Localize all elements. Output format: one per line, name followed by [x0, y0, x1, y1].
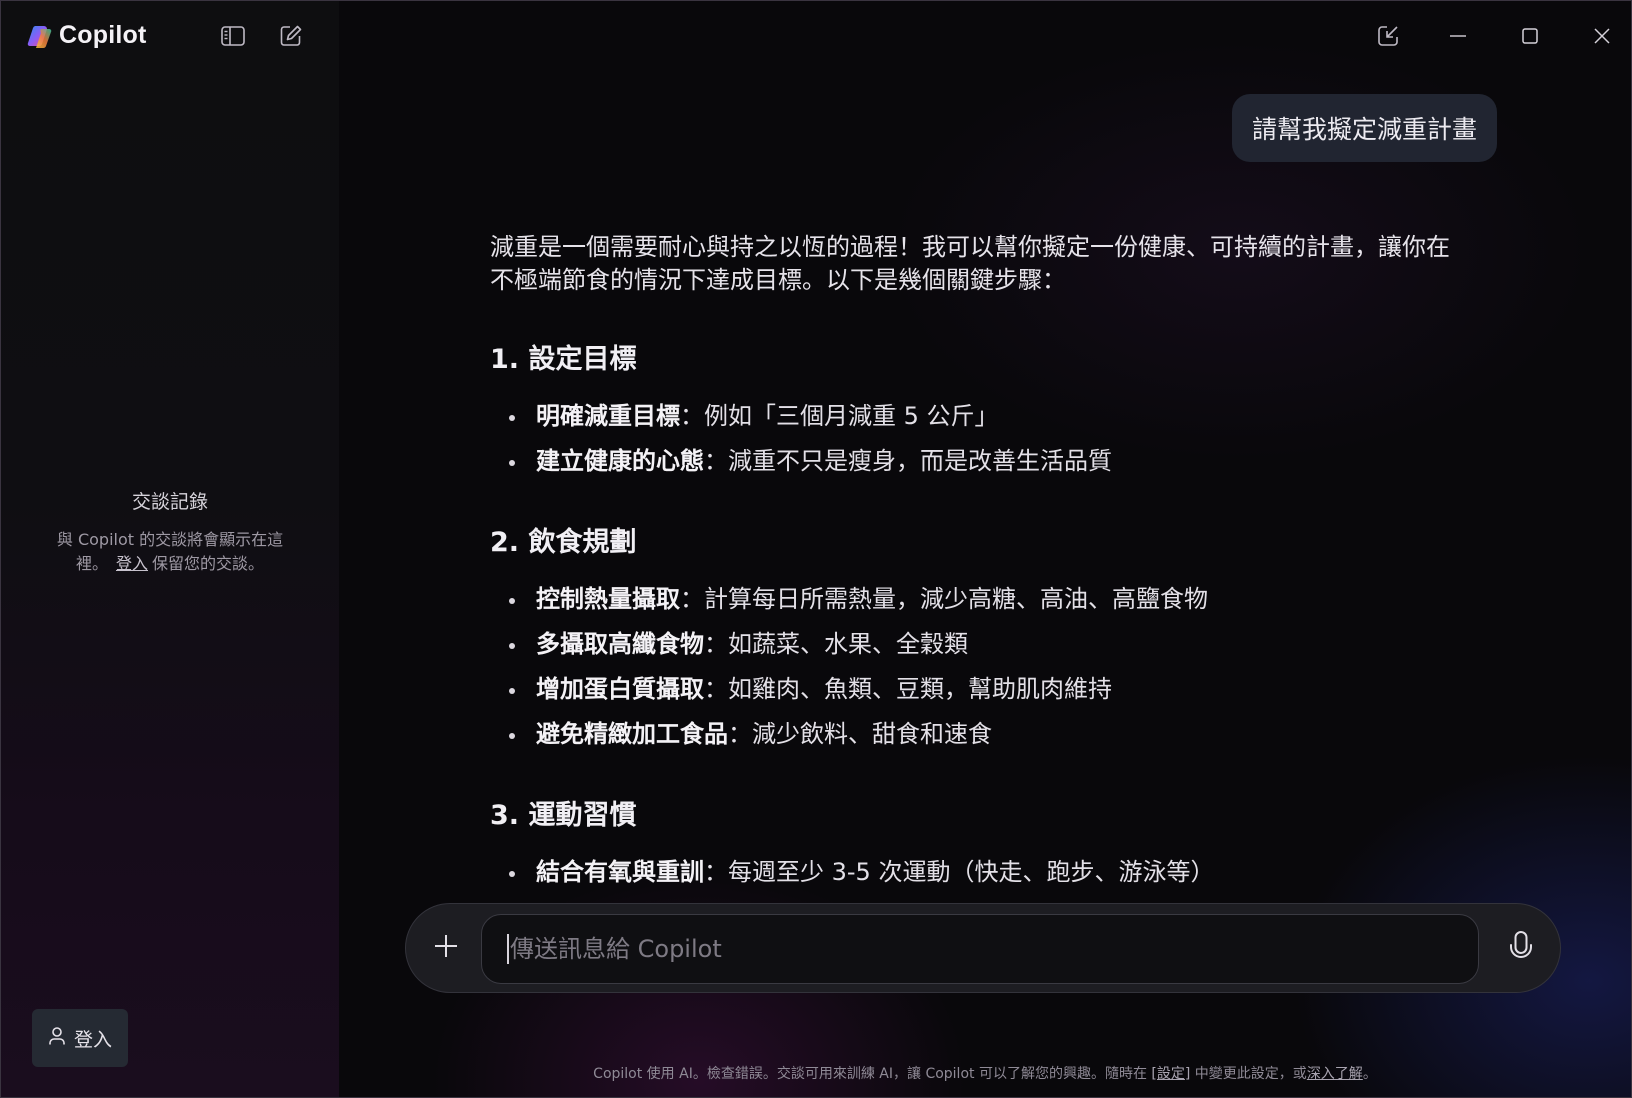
close-icon [1593, 27, 1611, 45]
list-item-label: 結合有氧與重訓 [536, 858, 704, 886]
user-message-bubble: 請幫我擬定減重計畫 [1231, 94, 1497, 162]
app-name: Copilot [59, 21, 147, 49]
footer-text: Copilot 使用 AI。檢查錯誤。交談可用來訓練 AI，讓 Copilot … [593, 1066, 1152, 1082]
history-description: 與 Copilot 的交談將會顯示在這裡。 登入 保留您的交談。 [41, 528, 299, 576]
history-empty-state: 交談記錄 與 Copilot 的交談將會顯示在這裡。 登入 保留您的交談。 [41, 487, 299, 576]
history-desc-text-2: 保留您的交談。 [152, 554, 265, 573]
list-item-label: 建立健康的心態 [536, 447, 704, 475]
list-item: 建立健康的心態：減重不只是瘦身，而是改善生活品質 [490, 445, 1460, 478]
popout-icon [1377, 25, 1399, 47]
popout-button[interactable] [1371, 19, 1405, 53]
list-item: 避免精緻加工食品：減少飲料、甜食和速食 [490, 718, 1460, 751]
list-item-label: 明確減重目標 [536, 402, 680, 430]
copilot-logo-icon [27, 23, 53, 49]
learn-more-link[interactable]: 深入了解 [1307, 1066, 1363, 1082]
message-input[interactable] [481, 914, 1479, 984]
footer-text-3: 。 [1362, 1066, 1377, 1082]
list-item: 控制熱量攝取：計算每日所需熱量，減少高糖、高油、高鹽食物 [490, 583, 1460, 616]
list-item-text: ：減少飲料、甜食和速食 [728, 720, 992, 748]
maximize-icon [1521, 27, 1539, 45]
list-item-label: 避免精緻加工食品 [536, 720, 728, 748]
footer-text-2: 中變更此設定，或 [1190, 1066, 1307, 1082]
section-title: 2. 飲食規劃 [490, 527, 637, 558]
brand: Copilot [27, 21, 146, 50]
sidebar-toggle-icon [221, 25, 245, 47]
add-attachment-button[interactable] [424, 926, 468, 970]
list-item-text: ：例如「三個月減重 5 公斤」 [680, 402, 999, 430]
section-title: 3. 運動習慣 [490, 800, 637, 831]
settings-link[interactable]: [設定] [1151, 1066, 1190, 1082]
minimize-button[interactable] [1441, 19, 1475, 53]
list-item: 增加蛋白質攝取：如雞肉、魚類、豆類，幫助肌肉維持 [490, 673, 1460, 706]
list-item: 明確減重目標：例如「三個月減重 5 公斤」 [490, 400, 1460, 433]
message-composer [405, 903, 1561, 993]
text-caret [507, 934, 509, 964]
sidebar: Copilot 交談記錄 與 Copilot 的交談將會顯示在這裡。 登入 保留… [1, 1, 339, 1097]
response-intro: 減重是一個需要耐心與持之以恆的過程！我可以幫你擬定一份健康、可持續的計畫，讓你在… [490, 233, 1450, 294]
new-chat-icon [279, 24, 303, 48]
sign-in-button[interactable]: 登入 [32, 1009, 128, 1067]
copilot-window: Copilot 交談記錄 與 Copilot 的交談將會顯示在這裡。 登入 保留… [0, 0, 1632, 1098]
list-item-label: 增加蛋白質攝取 [536, 675, 704, 703]
maximize-button[interactable] [1513, 19, 1547, 53]
list-item-text: ：如雞肉、魚類、豆類，幫助肌肉維持 [704, 675, 1112, 703]
list-item: 多攝取高纖食物：如蔬菜、水果、全穀類 [490, 628, 1460, 661]
history-title: 交談記錄 [131, 491, 208, 513]
list-item-label: 控制熱量攝取 [536, 585, 680, 613]
list-item-text: ：如蔬菜、水果、全穀類 [704, 630, 968, 658]
new-chat-button[interactable] [274, 19, 308, 53]
section-title: 1. 設定目標 [490, 344, 637, 375]
sidebar-toggle-button[interactable] [216, 19, 250, 53]
section-list: 結合有氧與重訓：每週至少 3-5 次運動（快走、跑步、游泳等） [490, 856, 1460, 887]
section-list: 控制熱量攝取：計算每日所需熱量，減少高糖、高油、高鹽食物 多攝取高纖食物：如蔬菜… [490, 583, 1460, 751]
disclaimer-footer: Copilot 使用 AI。檢查錯誤。交談可用來訓練 AI，讓 Copilot … [339, 1063, 1631, 1083]
history-login-link[interactable]: 登入 [116, 554, 148, 573]
list-item: 結合有氧與重訓：每週至少 3-5 次運動（快走、跑步、游泳等） [490, 856, 1460, 887]
microphone-icon [1508, 930, 1534, 968]
list-item-text: ：減重不只是瘦身，而是改善生活品質 [704, 447, 1112, 475]
sign-in-label: 登入 [73, 1028, 112, 1051]
chat-area: 請幫我擬定減重計畫 減重是一個需要耐心與持之以恆的過程！我可以幫你擬定一份健康、… [339, 1, 1631, 1097]
list-item-text: ：計算每日所需熱量，減少高糖、高油、高鹽食物 [680, 585, 1208, 613]
minimize-icon [1449, 27, 1467, 45]
close-button[interactable] [1585, 19, 1619, 53]
plus-icon [433, 933, 459, 963]
list-item-text: ：每週至少 3-5 次運動（快走、跑步、游泳等） [704, 858, 1215, 886]
user-icon [48, 1026, 66, 1050]
microphone-button[interactable] [1498, 926, 1544, 972]
assistant-response: 減重是一個需要耐心與持之以恆的過程！我可以幫你擬定一份健康、可持續的計畫，讓你在… [490, 227, 1460, 887]
list-item-label: 多攝取高纖食物 [536, 630, 704, 658]
section-list: 明確減重目標：例如「三個月減重 5 公斤」 建立健康的心態：減重不只是瘦身，而是… [490, 400, 1460, 478]
